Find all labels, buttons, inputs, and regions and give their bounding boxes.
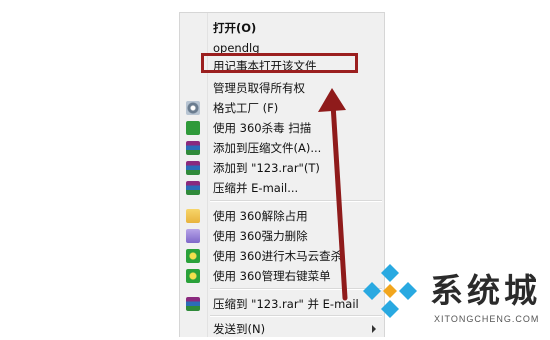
format-factory-icon [186, 101, 200, 115]
menu-item-label: 使用 360杀毒 扫描 [213, 121, 312, 135]
menu-item-360-trojan-scan[interactable]: 使用 360进行木马云查杀 [180, 245, 384, 267]
menu-item-compress-rar-email[interactable]: 压缩到 "123.rar" 并 E-mail [180, 293, 384, 315]
menu-item-label: 使用 360管理右键菜单 [213, 269, 331, 283]
menu-item-360-unlock[interactable]: 使用 360解除占用 [180, 205, 384, 227]
menu-item-360-scan[interactable]: 使用 360杀毒 扫描 [180, 117, 384, 139]
menu-separator [210, 288, 382, 290]
menu-item-label: 添加到压缩文件(A)... [213, 141, 322, 155]
360-antivirus-shield-icon [186, 121, 200, 135]
watermark-logo: 系统城 XITONGCHENG.COM [358, 262, 543, 330]
highlight-box [201, 53, 358, 73]
menu-item-take-ownership[interactable]: 管理员取得所有权 [180, 77, 384, 99]
watermark-cn: 系统城 [430, 271, 541, 310]
360-menu-manager-icon [186, 269, 200, 283]
menu-item-compress-email[interactable]: 压缩并 E-mail... [180, 177, 384, 199]
menu-separator [210, 315, 382, 317]
menu-item-360-force-delete[interactable]: 使用 360强力删除 [180, 225, 384, 247]
360-force-delete-icon [186, 229, 200, 243]
menu-item-format-factory[interactable]: 格式工厂 (F) [180, 97, 384, 119]
menu-item-label: 使用 360强力删除 [213, 229, 308, 243]
menu-item-add-to-rar[interactable]: 添加到 "123.rar"(T) [180, 157, 384, 179]
winrar-icon [186, 181, 200, 195]
menu-item-label: 添加到 "123.rar"(T) [213, 161, 320, 175]
360-unlock-folder-icon [186, 209, 200, 223]
menu-item-label: 压缩到 "123.rar" 并 E-mail [213, 297, 359, 311]
winrar-icon [186, 297, 200, 311]
menu-item-add-to-archive[interactable]: 添加到压缩文件(A)... [180, 137, 384, 159]
menu-item-label: 使用 360解除占用 [213, 209, 308, 223]
watermark-en: XITONGCHENG.COM [434, 314, 540, 324]
360-trojan-scan-icon [186, 249, 200, 263]
diamond-logo-icon [363, 264, 417, 318]
winrar-icon [186, 161, 200, 175]
menu-item-label: 管理员取得所有权 [213, 81, 305, 95]
menu-item-360-menu-manager[interactable]: 使用 360管理右键菜单 [180, 265, 384, 287]
menu-item-label: 使用 360进行木马云查杀 [213, 249, 343, 263]
menu-item-label: 格式工厂 (F) [213, 101, 279, 115]
menu-item-label: 压缩并 E-mail... [213, 181, 299, 195]
winrar-icon [186, 141, 200, 155]
menu-item-label: 打开(O) [213, 21, 257, 35]
menu-item-open[interactable]: 打开(O) [180, 17, 384, 39]
menu-separator [210, 200, 382, 202]
